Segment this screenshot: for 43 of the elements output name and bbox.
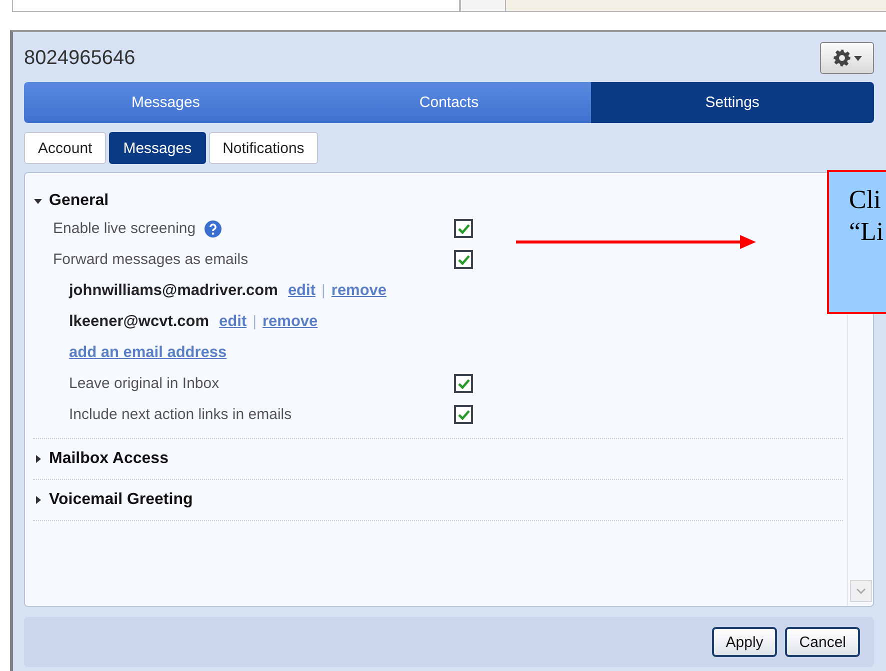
checkbox[interactable] [454,219,473,238]
setting-label: Include next action links in emails [69,406,292,423]
setting-label: Forward messages as emails [53,251,248,268]
add-email-link[interactable]: add an email address [69,344,227,362]
help-icon[interactable] [204,220,222,238]
chevron-down-icon [856,588,866,594]
checkmark-icon [458,410,470,420]
setting-label: Enable live screening [53,220,196,237]
sub-tab[interactable]: Account [24,132,106,164]
dialog-button[interactable]: Cancel [785,627,860,657]
caret-icon [854,56,862,60]
expand-triangle-icon[interactable] [33,454,43,464]
email-action-link[interactable]: edit [288,282,316,300]
link-separator: | [252,313,257,330]
dialog-button[interactable]: Apply [712,627,778,657]
email-address: johnwilliams@madriver.com [69,282,278,300]
collapse-triangle-icon[interactable] [33,196,43,206]
checkbox[interactable] [454,374,473,393]
checkmark-icon [458,254,470,264]
email-action-link[interactable]: remove [331,282,387,300]
nav-tab[interactable]: Messages [24,82,308,123]
callout-text: Cli [849,184,882,216]
email-address: lkeener@wcvt.com [69,312,210,330]
callout-text: “Li [849,216,885,248]
window-title: 8024965646 [24,46,136,70]
expand-triangle-icon[interactable] [33,495,43,505]
checkmark-icon [458,224,470,234]
email-action-link[interactable]: edit [219,312,247,330]
email-action-link[interactable]: remove [262,312,318,330]
section-title[interactable]: Mailbox Access [49,450,168,468]
nav-tab[interactable]: Contacts [307,82,591,123]
sub-tab[interactable]: Messages [109,132,206,164]
section-title[interactable]: General [49,192,109,210]
section-title[interactable]: Voicemail Greeting [49,491,193,509]
setting-label: Leave original in Inbox [69,375,220,392]
sub-tab[interactable]: Notifications [208,132,318,164]
settings-button[interactable] [820,42,874,74]
checkbox[interactable] [454,250,473,269]
checkbox[interactable] [454,405,473,424]
nav-tab[interactable]: Settings [590,82,874,123]
gear-icon [832,49,850,67]
link-separator: | [322,282,326,299]
checkmark-icon [458,378,470,388]
